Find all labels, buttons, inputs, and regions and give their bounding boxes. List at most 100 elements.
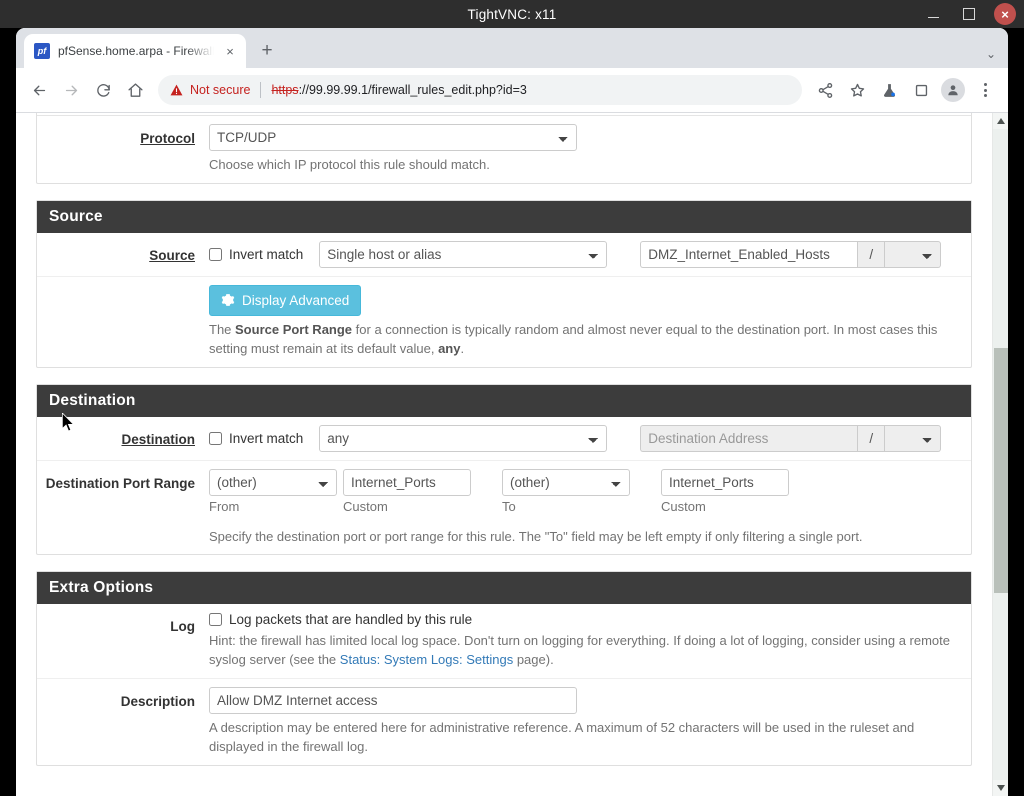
- page-viewport: Protocol TCP/UDP Choose which IP protoco…: [16, 113, 1008, 796]
- advanced-panel-top: Protocol TCP/UDP Choose which IP protoco…: [36, 113, 972, 184]
- url-scheme: https: [271, 83, 299, 97]
- destination-label: Destination: [121, 431, 195, 447]
- log-packets-checkbox[interactable]: [209, 613, 222, 627]
- source-section-heading: Source: [37, 200, 971, 233]
- port-from-custom-group: Custom: [343, 468, 502, 514]
- description-help: A description may be entered here for ad…: [209, 720, 915, 754]
- description-input[interactable]: [209, 687, 577, 715]
- destination-control-col: Invert match any /: [209, 424, 971, 452]
- three-dot-menu-icon[interactable]: [970, 75, 1000, 105]
- protocol-control-col: TCP/UDP Choose which IP protocol this ru…: [209, 124, 971, 175]
- port-to-select[interactable]: (other): [502, 468, 630, 496]
- source-label: Source: [149, 247, 195, 263]
- gear-icon: [221, 294, 235, 307]
- star-icon[interactable]: [842, 75, 872, 105]
- source-invert-checkbox[interactable]: [209, 247, 222, 261]
- source-advanced-label-col: [37, 285, 209, 359]
- destination-label-col: Destination: [37, 425, 209, 452]
- source-panel-body: Source Invert match Single host or alias: [37, 233, 971, 367]
- port-from-group: (other) From: [209, 468, 343, 514]
- back-arrow-icon[interactable]: [24, 75, 54, 105]
- source-slash-separator: /: [857, 240, 886, 268]
- description-label-col: Description: [37, 687, 209, 757]
- log-packets-label: Log packets that are handled by this rul…: [229, 612, 473, 628]
- description-row: Description A description may be entered…: [37, 679, 971, 765]
- tab-close-icon[interactable]: ×: [222, 43, 238, 59]
- tab-title: pfSense.home.arpa - Firewall: Rules: [58, 44, 214, 58]
- log-row: Log Log packets that are handled by this…: [37, 604, 971, 680]
- scroll-up-arrow-icon[interactable]: [993, 113, 1008, 129]
- chevron-down-icon[interactable]: ⌄: [986, 47, 996, 61]
- share-icon[interactable]: [810, 75, 840, 105]
- destination-port-range-row: Destination Port Range (other) From Inte…: [37, 461, 971, 555]
- home-icon[interactable]: [120, 75, 150, 105]
- destination-port-range-control-col: (other) From Custom (other): [209, 468, 971, 547]
- scrollbar-thumb[interactable]: [994, 348, 1008, 593]
- destination-port-range-help: Specify the destination port or port ran…: [209, 528, 863, 544]
- source-advanced-row: Display Advanced The Source Port Range f…: [37, 277, 971, 367]
- port-to-custom-input[interactable]: [661, 468, 789, 496]
- protocol-label-col: Protocol: [37, 124, 209, 175]
- profile-avatar-icon[interactable]: [938, 75, 968, 105]
- destination-port-range-label-col: Destination Port Range: [37, 469, 209, 547]
- port-to-group: (other) To: [502, 468, 661, 514]
- port-from-custom-sublabel: Custom: [343, 498, 388, 514]
- destination-section-heading: Destination: [37, 384, 971, 417]
- log-label: Log: [170, 619, 195, 635]
- source-row: Source Invert match Single host or alias: [37, 233, 971, 277]
- log-label-col: Log: [37, 612, 209, 670]
- destination-invert-match[interactable]: Invert match: [209, 431, 303, 446]
- source-label-col: Source: [37, 241, 209, 268]
- protocol-help: Choose which IP protocol this rule shoul…: [209, 157, 490, 172]
- system-logs-settings-link[interactable]: Status: System Logs: Settings: [340, 652, 513, 667]
- port-from-custom-input[interactable]: [343, 468, 471, 496]
- vnc-window: TightVNC: x11 × pf pfSense.home.arpa - F…: [0, 0, 1024, 796]
- destination-address-group: /: [640, 424, 942, 452]
- vnc-window-controls: ×: [922, 0, 1016, 28]
- pfsense-firewall-rule-edit-page: Protocol TCP/UDP Choose which IP protoco…: [16, 113, 992, 796]
- display-advanced-button[interactable]: Display Advanced: [209, 284, 362, 316]
- extra-options-panel-body: Log Log packets that are handled by this…: [37, 604, 971, 764]
- destination-cidr-select[interactable]: [885, 424, 942, 452]
- destination-address-input[interactable]: [640, 424, 858, 452]
- source-address-input[interactable]: [640, 240, 858, 268]
- description-control-col: A description may be entered here for ad…: [209, 687, 971, 757]
- source-invert-match[interactable]: Invert match: [209, 247, 303, 262]
- port-to-custom-group: Custom: [661, 468, 801, 514]
- scroll-down-arrow-icon[interactable]: [993, 780, 1008, 796]
- reload-icon[interactable]: [88, 75, 118, 105]
- port-from-select[interactable]: (other): [209, 468, 337, 496]
- close-button[interactable]: ×: [994, 3, 1016, 25]
- source-type-select[interactable]: Single host or alias: [319, 240, 608, 268]
- source-port-range-help: The Source Port Range for a connection i…: [209, 321, 938, 356]
- protocol-panel-body: Protocol TCP/UDP Choose which IP protoco…: [37, 116, 971, 183]
- new-tab-button[interactable]: +: [253, 37, 281, 65]
- url-text: https://99.99.99.1/firewall_rules_edit.p…: [271, 83, 526, 97]
- address-bar[interactable]: Not secure https://99.99.99.1/firewall_r…: [158, 75, 802, 105]
- source-advanced-control-col: Display Advanced The Source Port Range f…: [209, 284, 971, 359]
- description-label: Description: [120, 694, 195, 710]
- log-packets-checkbox-wrap[interactable]: Log packets that are handled by this rul…: [209, 612, 959, 627]
- forward-arrow-icon[interactable]: [56, 75, 86, 105]
- maximize-button[interactable]: [958, 3, 980, 25]
- destination-slash-separator: /: [857, 424, 886, 452]
- destination-invert-checkbox[interactable]: [209, 431, 222, 445]
- destination-port-range-label: Destination Port Range: [45, 475, 195, 491]
- destination-panel-body: Destination Invert match any Destination…: [37, 417, 971, 555]
- minimize-button[interactable]: [922, 3, 944, 25]
- chrome-browser-window: pf pfSense.home.arpa - Firewall: Rules ×…: [16, 28, 1008, 796]
- protocol-label: Protocol: [140, 131, 195, 146]
- tab-strip: pf pfSense.home.arpa - Firewall: Rules ×…: [16, 28, 1008, 68]
- destination-type-select[interactable]: any: [319, 424, 608, 452]
- page-scrollbar[interactable]: [992, 113, 1008, 796]
- port-to-custom-sublabel: Custom: [661, 498, 706, 514]
- source-cidr-select[interactable]: [885, 240, 942, 268]
- menu-dots: [983, 83, 987, 97]
- browser-tab[interactable]: pf pfSense.home.arpa - Firewall: Rules ×: [24, 34, 246, 68]
- protocol-select[interactable]: TCP/UDP: [209, 124, 577, 151]
- display-advanced-label: Display Advanced: [242, 292, 350, 308]
- browser-toolbar: Not secure https://99.99.99.1/firewall_r…: [16, 68, 1008, 113]
- flask-icon[interactable]: [874, 75, 904, 105]
- vnc-titlebar: TightVNC: x11 ×: [0, 0, 1024, 28]
- side-panel-icon[interactable]: [906, 75, 936, 105]
